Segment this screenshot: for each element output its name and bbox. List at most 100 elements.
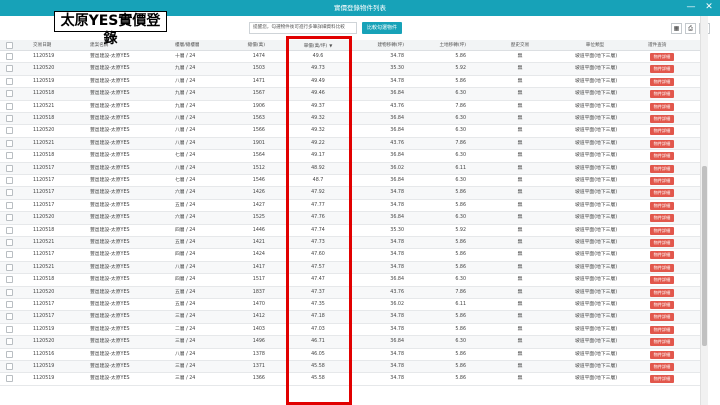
col-parking[interactable]: 車位類型 <box>575 40 615 51</box>
row-checkbox[interactable] <box>6 189 13 197</box>
detail-button[interactable]: 物件詳細 <box>650 164 674 173</box>
table-row[interactable]: 1120518 豐邑建設-太原YES 八層 / 24 1563 49.32 36.84 6.… <box>0 113 700 126</box>
table-row[interactable]: 1120521 豐邑建設-太原YES 九層 / 24 1906 49.37 43.76 7.… <box>0 101 700 113</box>
detail-button[interactable]: 物件詳細 <box>650 313 674 322</box>
select-all-checkbox[interactable] <box>6 42 13 49</box>
table-row[interactable]: 1120519 豐邑建設-太原YES 二層 / 24 1403 47.03 34.78 5.… <box>0 324 700 337</box>
detail-button[interactable]: 物件詳細 <box>650 214 674 223</box>
col-unit-price[interactable]: 單價(萬/坪) ▼ <box>290 40 346 51</box>
detail-button[interactable]: 物件詳細 <box>650 251 674 260</box>
table-row[interactable]: 1120517 豐邑建設-太原YES 三層 / 24 1412 47.18 34.78 5.… <box>0 311 700 324</box>
detail-button[interactable]: 物件詳細 <box>650 77 674 86</box>
table-row[interactable]: 1120520 豐邑建設-太原YES 五層 / 24 1837 47.37 43.76 7.… <box>0 286 700 299</box>
row-checkbox[interactable] <box>6 127 13 135</box>
table-row[interactable]: 1120519 豐邑建設-太原YES 八層 / 24 1471 49.49 34.78 5.… <box>0 76 700 89</box>
row-checkbox[interactable] <box>6 164 13 172</box>
detail-button[interactable]: 物件詳細 <box>650 152 674 161</box>
table-row[interactable]: 1120519 豐邑建設-太原YES 十層 / 24 1474 49.6 34.78 5.8… <box>0 51 700 64</box>
row-checkbox[interactable] <box>6 177 13 184</box>
table-row[interactable]: 1120520 豐邑建設-太原YES 三層 / 24 1496 46.71 36.84 6.… <box>0 336 700 349</box>
detail-button[interactable]: 物件詳細 <box>650 363 674 371</box>
table-row[interactable]: 1120517 豐邑建設-太原YES 五層 / 24 1427 47.77 34.78 5.… <box>0 200 700 213</box>
row-checkbox[interactable] <box>6 251 13 259</box>
detail-button[interactable]: 物件詳細 <box>650 115 674 123</box>
compare-hint-field[interactable]: 提醒您，勾選物件後可進行多筆詳細資料比較 <box>249 22 357 34</box>
detail-button[interactable]: 物件詳細 <box>650 189 674 198</box>
row-checkbox[interactable] <box>6 263 13 271</box>
row-checkbox[interactable] <box>6 139 13 147</box>
row-checkbox[interactable] <box>6 53 13 60</box>
detail-button[interactable]: 物件詳細 <box>650 301 674 309</box>
detail-button[interactable]: 物件詳細 <box>650 201 674 210</box>
row-checkbox[interactable] <box>6 77 13 85</box>
table-row[interactable]: 1120517 豐邑建設-太原YES 五層 / 24 1470 47.35 36.02 6.… <box>0 299 700 312</box>
detail-button[interactable]: 物件詳細 <box>650 263 674 272</box>
col-building-area[interactable]: 建物移轉(坪) <box>362 40 404 51</box>
row-checkbox[interactable] <box>6 102 13 110</box>
table-row[interactable]: 1120521 豐邑建設-太原YES 八層 / 24 1901 49.22 43.76 7.… <box>0 137 700 151</box>
col-date[interactable]: 交易日期 <box>33 40 73 51</box>
detail-button[interactable]: 物件詳細 <box>650 90 674 99</box>
table-row[interactable]: 1120517 豐邑建設-太原YES 六層 / 24 1426 47.92 34.78 5.… <box>0 187 700 200</box>
table-row[interactable]: 1120520 豐邑建設-太原YES 八層 / 24 1566 49.32 36.84 6.… <box>0 125 700 138</box>
col-cert[interactable]: 證件查詢 <box>648 40 678 51</box>
detail-button[interactable]: 物件詳細 <box>650 177 674 185</box>
detail-button[interactable]: 物件詳細 <box>650 288 674 297</box>
row-checkbox[interactable] <box>6 276 13 284</box>
detail-button[interactable]: 物件詳細 <box>650 276 674 285</box>
detail-button[interactable]: 物件詳細 <box>650 139 674 148</box>
row-checkbox[interactable] <box>6 239 13 246</box>
col-land-area[interactable]: 土地移轉(坪) <box>424 40 466 51</box>
row-checkbox[interactable] <box>6 90 13 98</box>
table-row[interactable]: 1120518 豐邑建設-太原YES 七層 / 24 1564 49.17 36.84 6.… <box>0 150 700 163</box>
detail-button[interactable]: 物件詳細 <box>650 102 674 111</box>
table-row[interactable]: 1120519 豐邑建設-太原YES 三層 / 24 1366 45.58 34.78 5.… <box>0 373 700 386</box>
table-row[interactable]: 1120517 豐邑建設-太原YES 八層 / 24 1512 48.92 36.02 6.… <box>0 162 700 175</box>
table-row[interactable]: 1120518 豐邑建設-太原YES 四層 / 24 1446 47.74 35.30 5.… <box>0 225 700 237</box>
col-history[interactable]: 歷史交易 <box>500 40 540 51</box>
row-checkbox[interactable] <box>6 152 13 160</box>
detail-button[interactable]: 物件詳細 <box>650 53 674 61</box>
col-total[interactable]: 總價(萬) <box>220 40 265 51</box>
col-project[interactable]: 建案名稱 <box>90 40 150 51</box>
detail-button[interactable]: 物件詳細 <box>650 350 674 359</box>
detail-button[interactable]: 物件詳細 <box>650 375 674 384</box>
detail-button[interactable]: 物件詳細 <box>650 127 674 136</box>
row-checkbox[interactable] <box>6 313 13 321</box>
grid-icon[interactable]: ▦ <box>671 23 682 34</box>
compare-selected-button[interactable]: 比較勾選物件 <box>362 22 402 34</box>
detail-button[interactable]: 物件詳細 <box>650 65 674 74</box>
row-checkbox[interactable] <box>6 201 13 209</box>
row-checkbox[interactable] <box>6 214 13 222</box>
row-checkbox[interactable] <box>6 363 13 370</box>
vertical-scrollbar[interactable] <box>700 16 708 405</box>
row-checkbox[interactable] <box>6 301 13 308</box>
row-checkbox[interactable] <box>6 288 13 296</box>
row-checkbox[interactable] <box>6 65 13 73</box>
scrollbar-thumb[interactable] <box>702 166 707 346</box>
row-checkbox[interactable] <box>6 226 13 234</box>
sort-desc-icon[interactable]: ▼ <box>329 43 332 48</box>
table-row[interactable]: 1120517 豐邑建設-太原YES 四層 / 24 1424 47.60 34.78 5.… <box>0 249 700 262</box>
table-row[interactable]: 1120521 豐邑建設-太原YES 八層 / 24 1417 47.57 34.78 5.… <box>0 261 700 275</box>
close-icon[interactable]: ✕ <box>702 1 716 14</box>
detail-button[interactable]: 物件詳細 <box>650 325 674 334</box>
table-row[interactable]: 1120521 豐邑建設-太原YES 五層 / 24 1421 47.73 34.78 5.… <box>0 237 700 250</box>
row-checkbox[interactable] <box>6 338 13 346</box>
table-row[interactable]: 1120519 豐邑建設-太原YES 三層 / 24 1371 45.58 34.78 5.… <box>0 361 700 374</box>
row-checkbox[interactable] <box>6 350 13 358</box>
row-checkbox[interactable] <box>6 375 13 383</box>
detail-button[interactable]: 物件詳細 <box>650 226 674 235</box>
table-row[interactable]: 1120520 豐邑建設-太原YES 九層 / 24 1503 49.73 35.30 5.… <box>0 63 700 76</box>
print-icon[interactable]: ⎙ <box>685 23 696 34</box>
table-row[interactable]: 1120518 豐邑建設-太原YES 四層 / 24 1517 47.47 36.84 6.… <box>0 274 700 287</box>
table-row[interactable]: 1120516 豐邑建設-太原YES 八層 / 24 1378 46.05 34.78 5.… <box>0 349 700 361</box>
minimize-icon[interactable]: — <box>684 1 698 14</box>
detail-button[interactable]: 物件詳細 <box>650 338 674 347</box>
table-row[interactable]: 1120517 豐邑建設-太原YES 七層 / 24 1546 48.7 36.84 6.3… <box>0 175 700 188</box>
table-row[interactable]: 1120520 豐邑建設-太原YES 六層 / 24 1525 47.76 36.84 6.… <box>0 212 700 225</box>
detail-button[interactable]: 物件詳細 <box>650 239 674 247</box>
table-row[interactable]: 1120518 豐邑建設-太原YES 九層 / 24 1567 49.46 36.84 6.… <box>0 88 700 101</box>
row-checkbox[interactable] <box>6 115 13 122</box>
row-checkbox[interactable] <box>6 325 13 333</box>
